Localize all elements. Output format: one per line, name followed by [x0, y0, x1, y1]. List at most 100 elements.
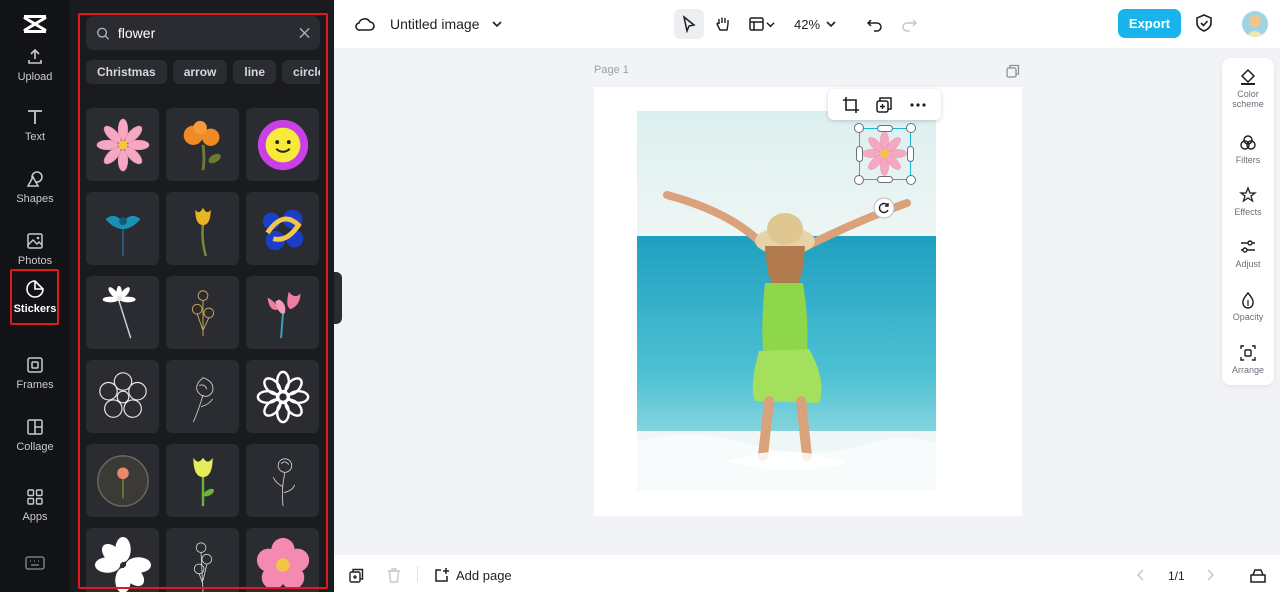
search-icon: [97, 27, 110, 40]
rail-item-text[interactable]: Text: [0, 96, 70, 154]
selected-sticker[interactable]: [854, 123, 916, 185]
filters-icon: [1240, 135, 1256, 150]
tool-label: Filters: [1235, 155, 1261, 165]
tool-label: Adjust: [1235, 259, 1261, 269]
flower-globe-icon: [96, 454, 149, 507]
export-button[interactable]: Export: [1118, 9, 1181, 38]
crop-icon[interactable]: [842, 96, 860, 114]
clear-search-icon[interactable]: [299, 27, 310, 39]
tool-opacity[interactable]: Opacity: [1222, 291, 1274, 322]
chip-christmas[interactable]: Christmas: [86, 60, 167, 84]
zoom-chevron-icon[interactable]: [826, 19, 836, 29]
hand-tool-button[interactable]: [708, 9, 738, 39]
tool-color-scheme[interactable]: Color scheme: [1222, 68, 1274, 109]
yellow-bud-icon: [192, 457, 214, 506]
trash-icon[interactable]: [387, 568, 401, 583]
bottom-bar: Add page 1/1: [334, 555, 1280, 592]
element-toolbar: [828, 89, 941, 120]
resize-handle-bottom[interactable]: [877, 176, 893, 183]
resize-handle-bottom-right[interactable]: [906, 175, 916, 185]
frames-icon: [27, 357, 43, 373]
rail-label: Frames: [16, 379, 54, 391]
sticker-pink-tulips[interactable]: [246, 276, 319, 349]
sticker-white-flower-outline[interactable]: [246, 360, 319, 433]
more-options-icon[interactable]: [909, 96, 927, 114]
layout-button[interactable]: [742, 9, 780, 39]
sticker-sketch-flower[interactable]: [166, 360, 239, 433]
sticker-white-daisy-stem[interactable]: [86, 276, 159, 349]
keyboard-icon[interactable]: [25, 555, 45, 571]
add-page-button[interactable]: Add page: [434, 567, 512, 583]
cursor-icon: [682, 15, 696, 33]
page-counter: 1/1: [1168, 569, 1185, 583]
sticker-yellow-tulip[interactable]: [166, 192, 239, 265]
hand-icon: [716, 17, 729, 31]
sticker-smiley-flower-badge[interactable]: [246, 108, 319, 181]
pink-flower-icon: [256, 537, 309, 589]
sticker-line-art-bouquet[interactable]: [166, 276, 239, 349]
avatar[interactable]: [1242, 11, 1268, 37]
sticker-line-art-roses[interactable]: [166, 528, 239, 592]
duplicate-icon[interactable]: [875, 96, 893, 114]
sticker-yellow-bud[interactable]: [166, 444, 239, 517]
sticker-orange-flowers[interactable]: [166, 108, 239, 181]
sticker-blue-yellow-flower[interactable]: [246, 192, 319, 265]
chip-circle[interactable]: circle: [282, 60, 320, 84]
arrange-icon: [1240, 345, 1256, 361]
duplicate-page-icon[interactable]: [349, 568, 364, 583]
rail-item-frames[interactable]: Frames: [0, 344, 70, 402]
collapse-panel-handle[interactable]: [334, 272, 342, 324]
previous-page-icon[interactable]: [1136, 569, 1146, 581]
next-page-icon[interactable]: [1205, 569, 1215, 581]
resize-handle-top[interactable]: [877, 125, 893, 132]
rail-item-shapes[interactable]: Shapes: [0, 158, 70, 216]
rotate-icon[interactable]: [873, 197, 895, 219]
tool-adjust[interactable]: Adjust: [1222, 238, 1274, 269]
resize-handle-bottom-left[interactable]: [854, 175, 864, 185]
sticker-pink-daisy[interactable]: [86, 108, 159, 181]
canvas-toolbar: 42%: [674, 9, 928, 39]
resize-handle-left[interactable]: [856, 146, 863, 162]
tool-filters[interactable]: Filters: [1222, 134, 1274, 165]
rail-item-apps[interactable]: Apps: [0, 476, 70, 534]
select-tool-button[interactable]: [674, 9, 704, 39]
rail-label: Shapes: [16, 193, 54, 205]
capcut-logo[interactable]: [21, 10, 49, 38]
tool-arrange[interactable]: Arrange: [1222, 344, 1274, 375]
sticker-flower-in-globe[interactable]: [86, 444, 159, 517]
cloud-icon[interactable]: [354, 14, 376, 34]
undo-button[interactable]: [860, 9, 890, 39]
text-icon: [28, 110, 42, 124]
layout-icon: [748, 17, 764, 31]
resize-handle-top-right[interactable]: [906, 123, 916, 133]
sticker-line-art-flower[interactable]: [246, 444, 319, 517]
resize-handle-right[interactable]: [907, 146, 914, 162]
page-manager-icon[interactable]: [1250, 567, 1266, 583]
chip-line[interactable]: line: [233, 60, 277, 84]
rail-label: Upload: [17, 71, 53, 83]
chip-arrow[interactable]: arrow: [172, 60, 228, 84]
page-label: Page 1: [594, 64, 629, 76]
resize-handle-top-left[interactable]: [854, 123, 864, 133]
rail-item-collage[interactable]: Collage: [0, 406, 70, 464]
rail-item-upload[interactable]: Upload: [0, 36, 70, 94]
chevron-down-icon[interactable]: [492, 19, 502, 29]
sticker-pink-flower[interactable]: [246, 528, 319, 592]
white-flower-icon: [94, 536, 151, 592]
search-input[interactable]: [117, 25, 299, 41]
blue-dandelion-icon: [105, 215, 140, 256]
effects-icon: [1239, 186, 1257, 203]
pink-daisy-sticker-icon: [862, 131, 907, 176]
sticker-flower-outline[interactable]: [86, 360, 159, 433]
line-roses-icon: [193, 541, 212, 592]
document-title[interactable]: Untitled image: [390, 16, 480, 32]
tool-effects[interactable]: Effects: [1222, 186, 1274, 217]
sticker-blue-dandelion[interactable]: [86, 192, 159, 265]
rail-item-stickers[interactable]: Stickers: [0, 268, 70, 326]
zoom-level[interactable]: 42%: [794, 17, 820, 32]
sticker-white-flower[interactable]: [86, 528, 159, 592]
duplicate-page-icon[interactable]: [1006, 64, 1020, 78]
search-box[interactable]: [86, 16, 320, 50]
redo-button[interactable]: [894, 9, 924, 39]
shield-icon[interactable]: [1195, 13, 1213, 33]
